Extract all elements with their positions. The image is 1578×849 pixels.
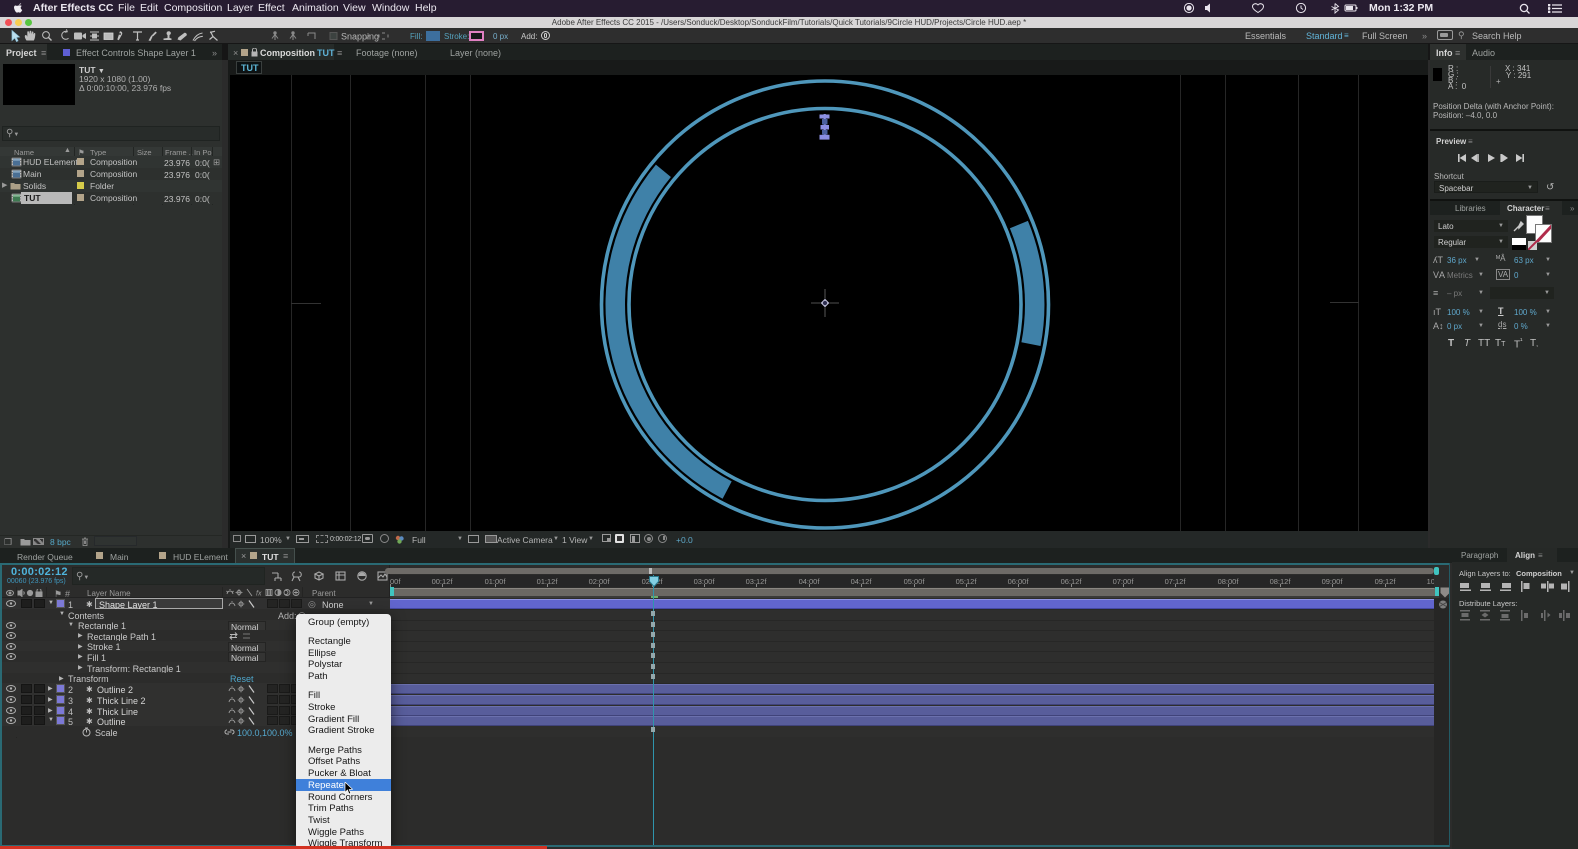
svg-text:fx: fx — [256, 591, 262, 598]
svg-text:Snapping: Snapping — [341, 32, 379, 42]
